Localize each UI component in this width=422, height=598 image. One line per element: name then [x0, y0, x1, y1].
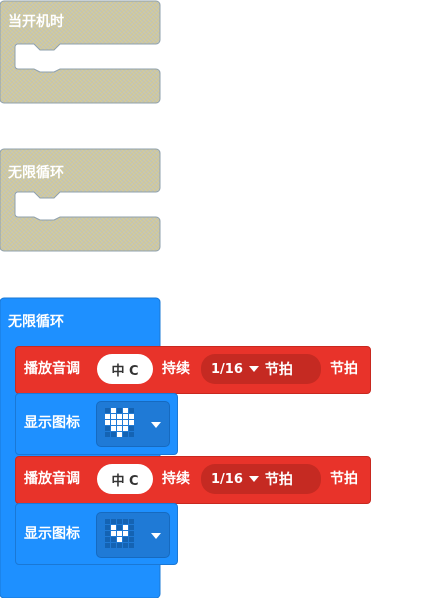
duration-label-2: 持续	[162, 471, 190, 487]
led-pixel	[105, 525, 110, 530]
led-pixel	[129, 531, 134, 536]
led-pixel	[129, 543, 134, 548]
chevron-down-icon	[151, 422, 161, 428]
led-pixel	[111, 519, 116, 524]
show-icon-label-2: 显示图标	[24, 526, 80, 542]
beat-unit-label-1: 节拍	[330, 361, 358, 377]
beat-value-1: 1/16	[211, 361, 243, 377]
led-pixel	[123, 420, 128, 425]
led-pixel	[105, 432, 110, 437]
led-pixel	[105, 531, 110, 536]
forever-block-disabled[interactable]	[0, 148, 162, 254]
led-pixel	[111, 543, 116, 548]
led-pixel	[105, 543, 110, 548]
beat-unit-inner-1: 节拍	[264, 362, 293, 378]
led-pixel	[123, 432, 128, 437]
beat-dropdown-1[interactable]: 1/16 节拍	[201, 354, 321, 384]
led-pixel	[123, 426, 128, 431]
led-pixel	[117, 531, 122, 536]
forever-label: 无限循环	[8, 314, 64, 330]
led-pixel	[123, 519, 128, 524]
heart-icon	[105, 408, 135, 438]
chevron-down-icon	[248, 476, 259, 482]
duration-label-1: 持续	[162, 361, 190, 377]
led-pixel	[129, 519, 134, 524]
led-pixel	[105, 414, 110, 419]
led-pixel	[117, 543, 122, 548]
led-pixel	[117, 525, 122, 530]
led-pixel	[123, 414, 128, 419]
show-icon-label-1: 显示图标	[24, 415, 80, 431]
on-start-label: 当开机时	[8, 14, 64, 30]
led-pixel	[129, 414, 134, 419]
led-pixel	[129, 408, 134, 413]
led-pixel	[123, 525, 128, 530]
led-pixel	[111, 420, 116, 425]
icon-dropdown-2[interactable]	[96, 512, 170, 558]
beat-unit-inner-2: 节拍	[264, 472, 293, 488]
note-value-2: 中 C	[111, 473, 139, 489]
led-pixel	[117, 408, 122, 413]
led-pixel	[111, 414, 116, 419]
chevron-down-icon	[151, 533, 161, 539]
led-pixel	[117, 519, 122, 524]
led-pixel	[117, 537, 122, 542]
led-pixel	[129, 525, 134, 530]
led-pixel	[105, 537, 110, 542]
led-pixel	[105, 420, 110, 425]
led-pixel	[105, 408, 110, 413]
led-pixel	[117, 426, 122, 431]
led-pixel	[111, 432, 116, 437]
led-pixel	[123, 531, 128, 536]
led-pixel	[129, 426, 134, 431]
led-pixel	[129, 537, 134, 542]
led-pixel	[117, 414, 122, 419]
led-pixel	[117, 432, 122, 437]
beat-value-2: 1/16	[211, 471, 243, 487]
led-pixel	[105, 519, 110, 524]
led-pixel	[123, 408, 128, 413]
note-field-2[interactable]: 中 C	[97, 464, 153, 494]
icon-dropdown-1[interactable]	[96, 401, 170, 447]
led-pixel	[111, 537, 116, 542]
led-pixel	[129, 432, 134, 437]
note-value-1: 中 C	[111, 363, 139, 379]
led-pixel	[123, 543, 128, 548]
play-tone-label-2: 播放音调	[24, 471, 80, 487]
led-pixel	[117, 420, 122, 425]
led-pixel	[111, 525, 116, 530]
chevron-down-icon	[248, 366, 259, 372]
play-tone-label-1: 播放音调	[24, 361, 80, 377]
led-pixel	[111, 531, 116, 536]
beat-dropdown-2[interactable]: 1/16 节拍	[201, 464, 321, 494]
led-pixel	[105, 426, 110, 431]
led-pixel	[111, 408, 116, 413]
beat-unit-label-2: 节拍	[330, 471, 358, 487]
small-heart-icon	[105, 519, 135, 549]
note-field-1[interactable]: 中 C	[97, 354, 153, 384]
led-pixel	[129, 420, 134, 425]
led-pixel	[123, 537, 128, 542]
led-pixel	[111, 426, 116, 431]
forever-disabled-label: 无限循环	[8, 165, 64, 181]
